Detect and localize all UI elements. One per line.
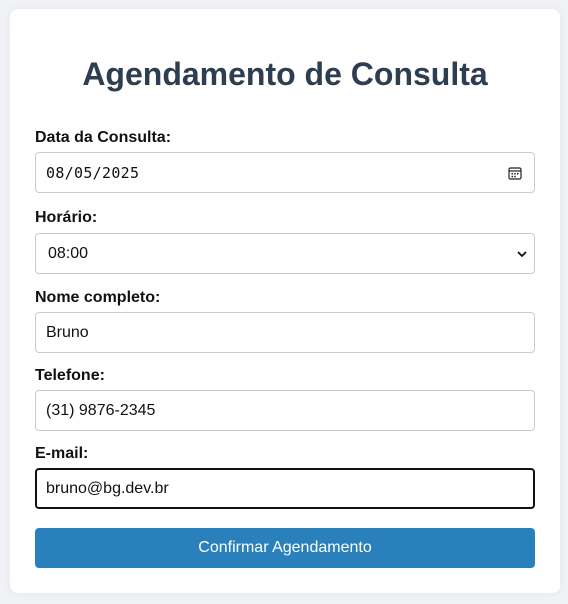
- time-label: Horário:: [35, 209, 98, 226]
- appointment-card: Agendamento de Consulta Data da Consulta…: [10, 9, 560, 593]
- phone-input[interactable]: (31) 9876-2345: [35, 390, 535, 431]
- chevron-down-icon: [517, 251, 527, 258]
- time-selected-value: 08:00: [48, 244, 89, 262]
- phone-label: Telefone:: [35, 367, 105, 384]
- email-value: bruno@bg.dev.br: [46, 479, 169, 497]
- confirm-appointment-button[interactable]: Confirmar Agendamento: [35, 528, 535, 568]
- time-select[interactable]: 08:00: [35, 233, 535, 274]
- phone-value: (31) 9876-2345: [46, 401, 156, 419]
- name-input[interactable]: Bruno: [35, 312, 535, 353]
- name-value: Bruno: [46, 323, 89, 341]
- date-input[interactable]: 08/05/2025: [35, 152, 535, 193]
- name-label: Nome completo:: [35, 289, 161, 306]
- email-label: E-mail:: [35, 445, 89, 462]
- date-label: Data da Consulta:: [35, 129, 172, 146]
- email-input[interactable]: bruno@bg.dev.br: [35, 468, 535, 509]
- date-value: 08/05/2025: [46, 163, 140, 182]
- calendar-icon[interactable]: [508, 166, 522, 180]
- page-title: Agendamento de Consulta: [82, 56, 488, 92]
